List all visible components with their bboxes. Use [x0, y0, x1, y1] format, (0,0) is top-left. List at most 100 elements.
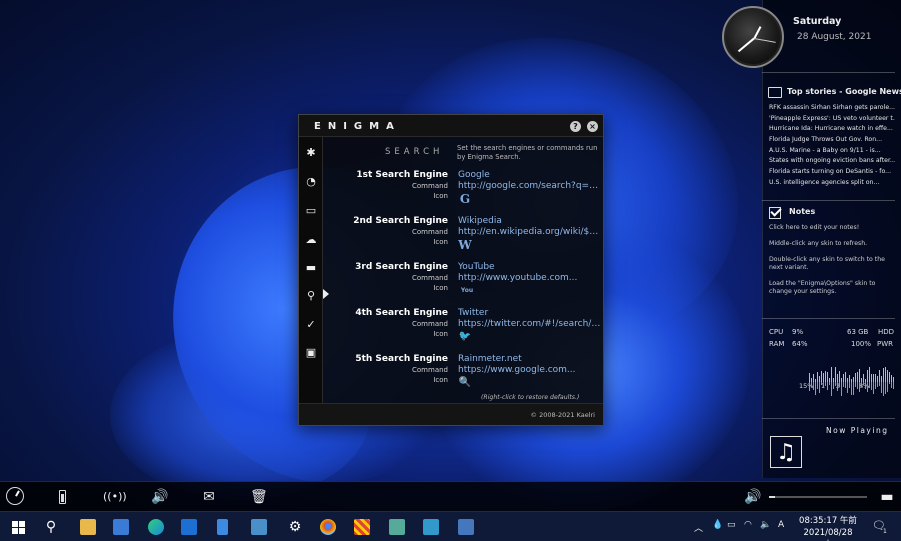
taskbar-date: 2021/08/28 土: [803, 528, 853, 541]
gear-icon[interactable]: ✱: [304, 146, 318, 160]
engine-value[interactable]: Wikipedia: [458, 216, 502, 226]
mail-app-icon[interactable]: [181, 519, 197, 535]
section-description: Set the search engines or commands run b…: [457, 144, 598, 161]
tools-icon[interactable]: ✓: [304, 318, 318, 332]
search-icon[interactable]: ⚲: [304, 289, 318, 303]
news-item[interactable]: Florida starts turning on DeSantis - fo.…: [769, 167, 895, 178]
music-note-icon[interactable]: ♫: [770, 436, 802, 468]
graph-bar: [809, 382, 810, 391]
note-item[interactable]: Load the "Enigma\Options" skin to change…: [769, 280, 895, 296]
news-item[interactable]: A.U.S. Marine - a Baby on 9/11 - is...: [769, 146, 895, 157]
chrome-icon[interactable]: [320, 519, 336, 535]
wikipedia-icon[interactable]: W: [458, 238, 472, 252]
window-titlebar[interactable]: ENIGMA ? ×: [299, 115, 603, 137]
monitor-icon[interactable]: ▣: [304, 346, 318, 360]
window-footer: © 2008-2021 Kaelri: [299, 403, 603, 425]
network-icon[interactable]: ▭: [727, 520, 736, 530]
graph-bar: [859, 382, 860, 392]
note-item[interactable]: Double-click any skin to switch to the n…: [769, 256, 895, 272]
command-label: Command: [412, 182, 448, 190]
photos-icon[interactable]: [251, 519, 267, 535]
close-button[interactable]: ×: [587, 121, 598, 132]
engine-value[interactable]: Twitter: [458, 308, 488, 318]
file-explorer-icon[interactable]: [80, 519, 96, 535]
news-item[interactable]: U.S. intelligence agencies split on...: [769, 178, 895, 189]
clock-icon[interactable]: ◔: [304, 175, 318, 189]
graph-bar: [889, 382, 890, 385]
settings-gear-icon[interactable]: ⚙: [284, 516, 306, 538]
graph-bar: [883, 367, 884, 382]
taskbar-clock[interactable]: 08:35:17 午前 2021/08/28 土: [798, 515, 858, 541]
graph-bar: [815, 382, 816, 395]
start-windows-icon[interactable]: [8, 516, 30, 538]
pwr-label: PWR: [877, 340, 894, 348]
engine-command[interactable]: http://en.wikipedia.org/wiki/$UserInput$: [458, 227, 601, 237]
graph-bar: [831, 382, 832, 396]
book-icon[interactable]: ▭: [304, 204, 318, 218]
volume-icon[interactable]: 🔊: [151, 488, 169, 506]
engine-command[interactable]: http://www.youtube.com...: [458, 273, 601, 283]
graph-bar: [871, 382, 872, 390]
note-item[interactable]: Click here to edit your notes!: [769, 224, 895, 232]
engine-command[interactable]: http://google.com/search?q=$UserInput$: [458, 181, 601, 191]
chevron-up-icon[interactable]: ︿: [694, 521, 703, 534]
news-item[interactable]: 'Pineapple Express': US veto volunteer t…: [769, 114, 895, 125]
wifi-icon[interactable]: ◠: [744, 520, 752, 530]
news-item[interactable]: Florida Judge Throws Out Gov. Ron...: [769, 135, 895, 146]
icon-label: Icon: [433, 192, 448, 200]
engine-value[interactable]: YouTube: [458, 262, 495, 272]
app-icon[interactable]: [354, 519, 370, 535]
graph-bar: [839, 370, 840, 382]
note-item[interactable]: Middle-click any skin to refresh.: [769, 240, 895, 248]
graph-bar: [827, 372, 828, 382]
options-nav: ✱ ◔ ▭ ☁ ▬ ⚲ ✓ ▣: [299, 137, 323, 403]
graph-bar: [859, 369, 860, 382]
speaker-icon[interactable]: 🔈: [760, 520, 771, 530]
graph-bar: [861, 382, 862, 387]
google-icon[interactable]: G: [458, 192, 472, 206]
graph-bar: [833, 382, 834, 390]
notes-list[interactable]: Click here to edit your notes! Middle-cl…: [769, 224, 895, 304]
graph-bar: [885, 367, 886, 382]
engine-name: 5th Search Engine: [355, 354, 448, 364]
search-engine-row: 2nd Search Engine Command Icon Wikipedia…: [323, 216, 603, 258]
notes-title[interactable]: Notes: [789, 207, 815, 216]
news-title[interactable]: Top stories - Google News: [787, 87, 901, 96]
news-item[interactable]: Hurricane Ida: Hurricane watch in effe..…: [769, 124, 895, 135]
volume-icon[interactable]: 🔊: [744, 488, 762, 506]
battery-icon[interactable]: [59, 490, 66, 504]
news-item[interactable]: RFK assassin Sirhan Sirhan gets parole..…: [769, 103, 895, 114]
app-icon[interactable]: [389, 519, 405, 535]
engine-value[interactable]: Rainmeter.net: [458, 354, 522, 364]
news-item[interactable]: States with ongoing eviction bans after.…: [769, 156, 895, 167]
graph-bar: [843, 382, 844, 387]
mail-icon[interactable]: ✉: [200, 488, 218, 506]
ime-icon[interactable]: A: [778, 520, 784, 530]
twitter-bird-icon[interactable]: 🐦: [458, 330, 472, 344]
weather-icon[interactable]: ☁: [304, 233, 318, 247]
engine-command[interactable]: https://www.google.com...: [458, 365, 601, 375]
youtube-icon[interactable]: You: [458, 284, 476, 298]
notes-icon[interactable]: ▬: [304, 261, 318, 275]
search-icon[interactable]: ⚲: [40, 516, 62, 538]
store-icon[interactable]: [113, 519, 129, 535]
engine-name: 2nd Search Engine: [353, 216, 448, 226]
phone-icon[interactable]: [217, 519, 228, 535]
edge-icon[interactable]: [148, 519, 164, 535]
icon-label: Icon: [433, 376, 448, 384]
engine-command[interactable]: https://twitter.com/#!/search/$UserInput…: [458, 319, 601, 329]
app-icon[interactable]: [458, 519, 474, 535]
app-icon[interactable]: [423, 519, 439, 535]
hdd-value: 63 GB: [847, 328, 869, 336]
drop-icon[interactable]: 💧: [712, 520, 723, 530]
magnifier-icon[interactable]: 🔍: [458, 376, 472, 390]
clock-icon[interactable]: [6, 487, 24, 505]
trash-icon[interactable]: 🗑: [250, 488, 268, 506]
engine-value[interactable]: Google: [458, 170, 490, 180]
notes-icon[interactable]: ▬: [880, 488, 894, 506]
graph-bar: [879, 382, 880, 386]
media-seek-bar[interactable]: [769, 496, 867, 498]
wifi-icon[interactable]: ((•)): [103, 488, 127, 506]
help-button[interactable]: ?: [570, 121, 581, 132]
search-settings-panel: SEARCH Set the search engines or command…: [323, 137, 603, 403]
